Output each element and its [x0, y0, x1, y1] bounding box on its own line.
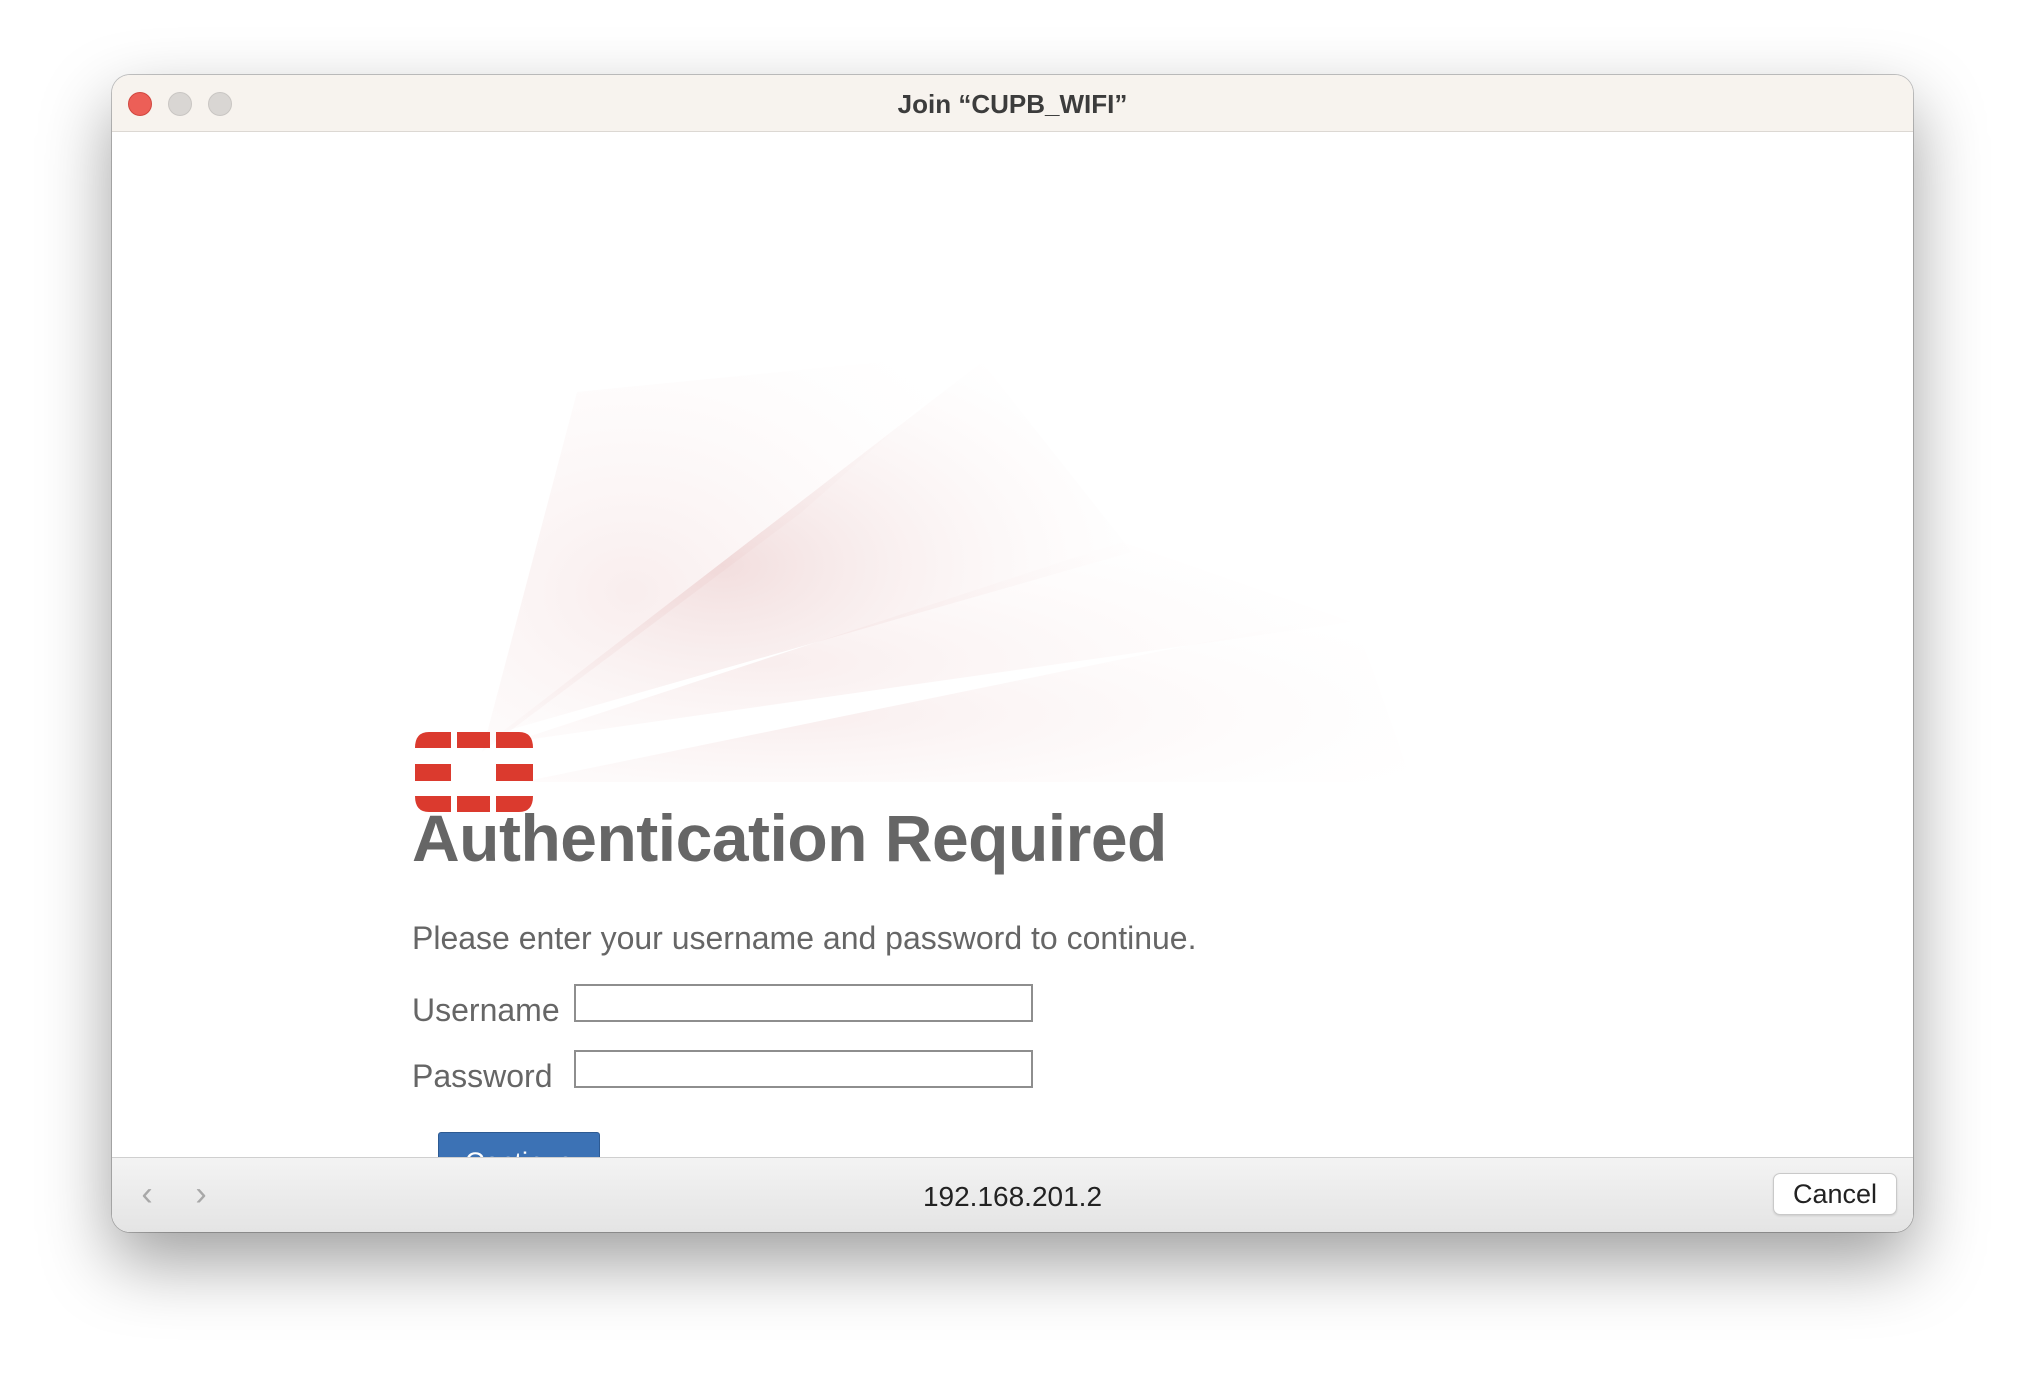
cancel-button[interactable]: Cancel	[1773, 1173, 1897, 1215]
instructions-text: Please enter your username and password …	[412, 920, 1197, 956]
bottom-bar: ‹ › 192.168.201.2 Cancel	[112, 1157, 1913, 1232]
url-text: 192.168.201.2	[922, 1181, 1103, 1212]
window-title: Join “CUPB_WIFI”	[897, 89, 1128, 119]
username-label: Username	[412, 992, 560, 1028]
stage: Join “CUPB_WIFI” Authentication Required…	[0, 0, 2024, 1380]
logo-fan-decoration	[482, 352, 1412, 782]
page-heading: Authentication Required	[412, 801, 1167, 875]
title-bar: Join “CUPB_WIFI”	[112, 75, 1913, 132]
captive-portal-window: Join “CUPB_WIFI” Authentication Required…	[112, 75, 1913, 1232]
password-label: Password	[412, 1058, 553, 1094]
username-input[interactable]	[574, 984, 1033, 1022]
page-content: Authentication Required Please enter you…	[112, 132, 1913, 1232]
password-input[interactable]	[574, 1050, 1033, 1088]
